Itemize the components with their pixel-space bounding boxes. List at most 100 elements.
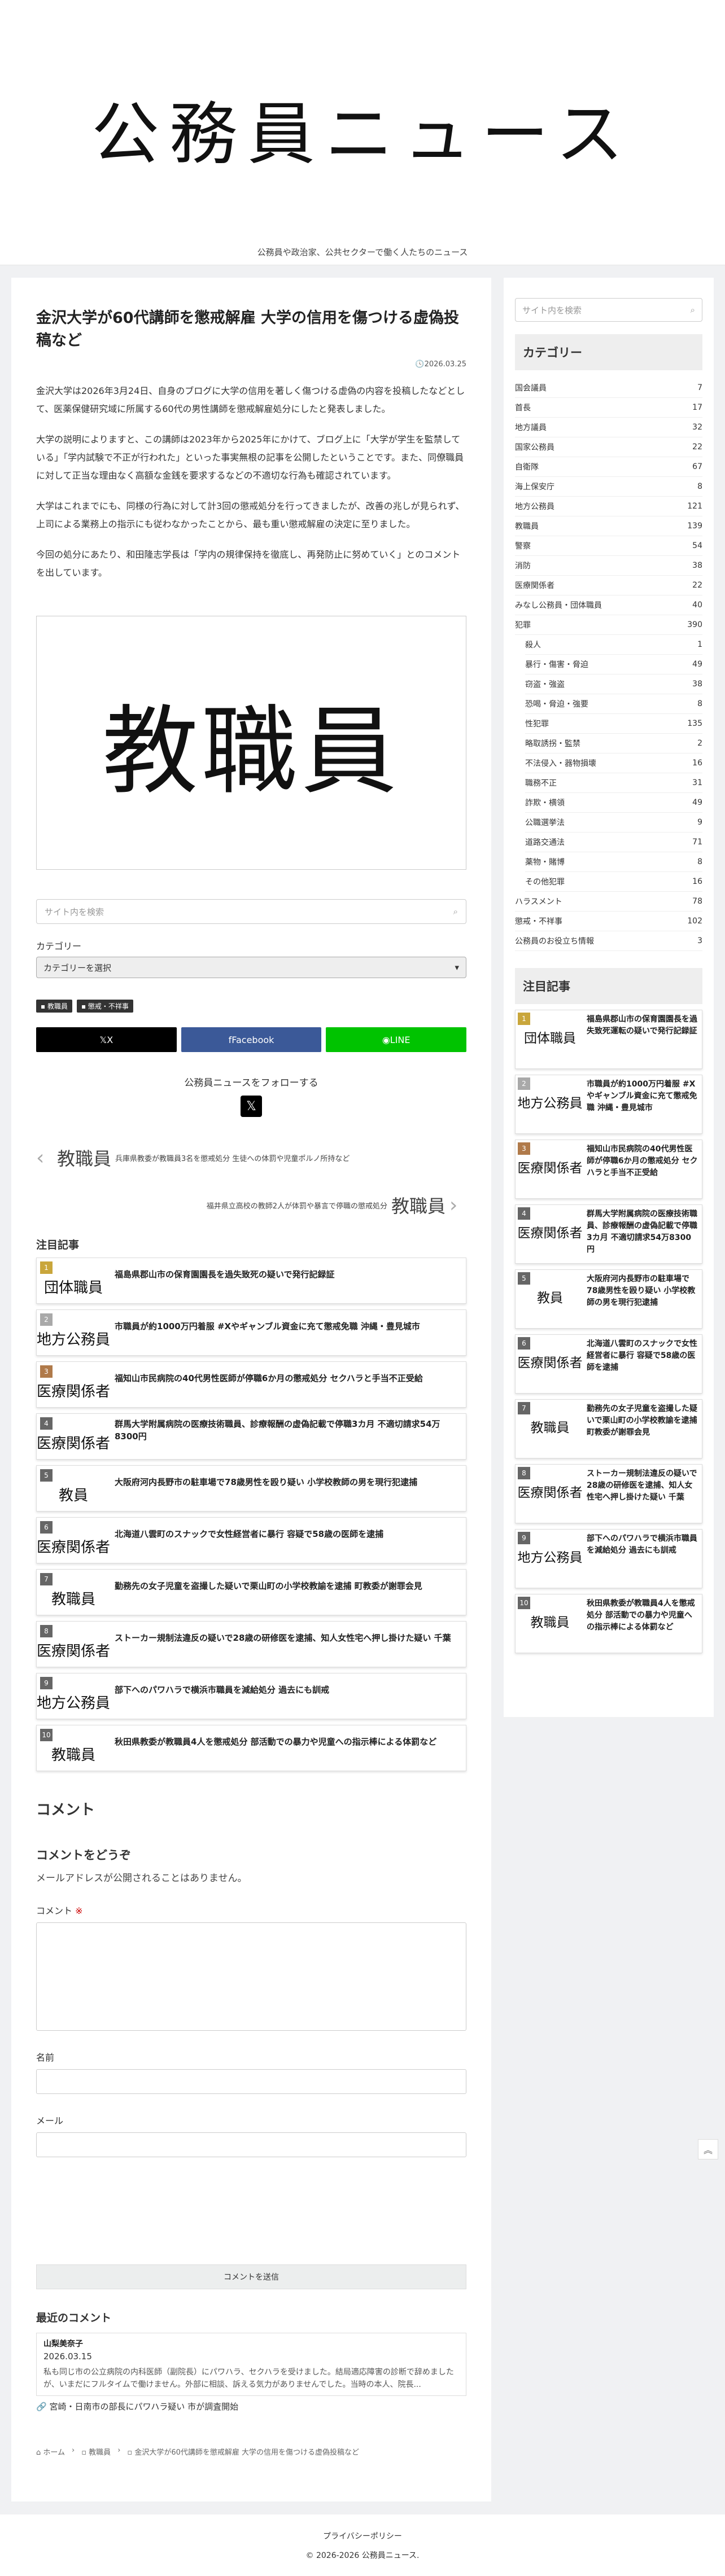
sidebar-popular-item[interactable]: 1 団体職員 福島県郡山市の保育園園長を過失致死運転の疑いで発行記録証 — [515, 1010, 702, 1069]
sidebar-search-input[interactable]: サイト内を検索 ⌕ — [515, 298, 702, 322]
sidebar-category-item[interactable]: 首長 17 — [515, 398, 702, 418]
category-count: 71 — [692, 838, 702, 847]
category-count: 78 — [692, 897, 702, 906]
sidebar-category-item[interactable]: 教職員 139 — [515, 516, 702, 536]
rank-badge: 6 — [40, 1521, 53, 1534]
sidebar-popular-item[interactable]: 3 医療関係者 福知山市民病院の40代男性医師が停職6か月の懲戒処分 セクハラと… — [515, 1140, 702, 1199]
sidebar-category-item[interactable]: 恐喝・脅迫・強要 8 — [525, 694, 702, 714]
popular-item[interactable]: 1 団体職員 福島県郡山市の保育園園長を過失致死の疑いで発行記録証 — [36, 1258, 466, 1304]
tag-list: ▪ 教職員 ▪ 懲戒・不祥事 — [36, 1000, 466, 1013]
sidebar-category-item[interactable]: 公職選挙法 9 — [525, 813, 702, 833]
sidebar-popular-item[interactable]: 9 地方公務員 部下へのパワハラで横浜市職員を減給処分 過去にも訓戒 — [515, 1529, 702, 1588]
rank-badge: 1 — [518, 1013, 530, 1025]
category-select[interactable]: カテゴリーを選択 ▾ — [36, 957, 466, 978]
privacy-policy-link[interactable]: プライバシーポリシー — [0, 2530, 725, 2542]
scroll-top-button[interactable]: ︽ — [698, 2139, 718, 2159]
sidebar-category-list: 国会議員 7 首長 17 地方議員 32 国家公務員 22 自衛隊 67 海上保安庁 8 地方公務員 12… — [515, 378, 702, 951]
clock-icon: 🕓 — [415, 360, 425, 369]
category-count: 135 — [687, 719, 702, 728]
article: 金沢大学が60代講師を懲戒解雇 大学の信用を傷つける虚偽投稿など 🕓2026.0… — [11, 278, 491, 2457]
sidebar-category-item[interactable]: みなし公務員・団体職員 40 — [515, 595, 702, 615]
next-post-link[interactable]: 福井県立高校の教師2人が体罰や暴言で停職の懲戒処分 教職員 › — [36, 1189, 466, 1221]
search-icon[interactable]: ⌕ — [691, 305, 695, 315]
share-x-button[interactable]: 𝕏 X — [36, 1027, 177, 1052]
recent-comment[interactable]: 山梨美奈子 2026.03.15 私も同じ市の公立病院の内科医師（副院長）にパワ… — [36, 2333, 466, 2396]
post-navigation: ‹ 教職員 兵庫県教委が教職員3名を懲戒処分 生徒への体罰や児童ポルノ所持など … — [36, 1142, 466, 1221]
sidebar-category-item[interactable]: 詐欺・横領 49 — [525, 793, 702, 813]
prev-post-link[interactable]: ‹ 教職員 兵庫県教委が教職員3名を懲戒処分 生徒への体罰や児童ポルノ所持など — [36, 1142, 466, 1173]
category-count: 8 — [697, 699, 702, 708]
popular-item[interactable]: 10 教職員 秋田県教委が教職員4人を懲戒処分 部活動での暴力や児童への指示棒に… — [36, 1725, 466, 1771]
site-logo[interactable]: 公務員ニュース — [0, 79, 725, 177]
popular-title: 部下へのパワハラで横浜市職員を減給処分 過去にも訓戒 — [587, 1534, 697, 1555]
sidebar-popular-item[interactable]: 2 地方公務員 市職員が約1000万円着服 #Xやギャンブル資金に充て懲戒免職 … — [515, 1075, 702, 1134]
article-paragraph: 大学の説明によりますと、この講師は2023年から2025年にかけて、ブログ上に「… — [36, 434, 464, 481]
sidebar-category-item[interactable]: 医療関係者 22 — [515, 576, 702, 595]
search-input[interactable]: サイト内を検索 ⌕ — [36, 899, 466, 924]
sidebar-category-item[interactable]: 性犯罪 135 — [525, 714, 702, 734]
popular-title: 秋田県教委が教職員4人を懲戒処分 部活動での暴力や児童への指示棒による体罰など — [587, 1599, 695, 1632]
sidebar-popular-item[interactable]: 6 医療関係者 北海道八雲町のスナックで女性経営者に暴行 容疑で58歳の医師を逮… — [515, 1334, 702, 1394]
sidebar-popular-item[interactable]: 5 教員 大阪府河内長野市の駐車場で78歳男性を殴り疑い 小学校教師の男を現行犯… — [515, 1269, 702, 1329]
recent-comment-article-link[interactable]: 🔗 宮崎・日南市の部長にパワハラ疑い 市が調査開始 — [36, 2400, 466, 2412]
sidebar-category-item[interactable]: 海上保安庁 8 — [515, 477, 702, 497]
sidebar-category-item[interactable]: 不法侵入・器物損壊 16 — [525, 753, 702, 773]
follow-text: 公務員ニュースをフォローする — [184, 1077, 318, 1089]
sidebar-category-item[interactable]: ハラスメント 78 — [515, 892, 702, 912]
sidebar-category-item[interactable]: 国会議員 7 — [515, 378, 702, 398]
chevron-up-icon: ︽ — [703, 2145, 713, 2156]
category-count: 38 — [692, 561, 702, 570]
sidebar-popular-item[interactable]: 7 教職員 勤務先の女子児童を盗撮した疑いで栗山町の小学校教諭を逮捕 町教委が謝… — [515, 1399, 702, 1458]
popular-item[interactable]: 8 医療関係者 ストーカー規制法違反の疑いで28歳の研修医を逮捕、知人女性宅へ押… — [36, 1621, 466, 1667]
breadcrumb-category[interactable]: ▫ 教職員 — [81, 2446, 111, 2457]
follow-x-button[interactable]: 𝕏 — [241, 1096, 262, 1117]
site-footer: プライバシーポリシー © 2026-2026 公務員ニュース. — [0, 2514, 725, 2576]
category-count: 8 — [697, 857, 702, 866]
sidebar-category-item[interactable]: 犯罪 390 — [515, 615, 702, 635]
sidebar-popular-item[interactable]: 4 医療関係者 群馬大学附属病院の医療技術職員、診療報酬の虚偽記載で停職3カ月 … — [515, 1204, 702, 1264]
sidebar-category-item[interactable]: 職務不正 31 — [525, 773, 702, 793]
sidebar-category-item[interactable]: 消防 38 — [515, 556, 702, 576]
sidebar-category-item[interactable]: 懲戒・不祥事 102 — [515, 912, 702, 931]
share-line-button[interactable]: ◉ LINE — [326, 1027, 467, 1052]
popular-item[interactable]: 3 医療関係者 福知山市民病院の40代男性医師が停職6か月の懲戒処分 セクハラと… — [36, 1361, 466, 1408]
name-input[interactable] — [36, 2069, 466, 2094]
sidebar-category-item[interactable]: 略取誘拐・監禁 2 — [525, 734, 702, 753]
popular-item[interactable]: 6 医療関係者 北海道八雲町のスナックで女性経営者に暴行 容疑で58歳の医師を逮… — [36, 1517, 466, 1563]
category-count: 139 — [687, 522, 702, 531]
search-icon[interactable]: ⌕ — [453, 906, 458, 917]
comment-textarea[interactable] — [36, 1922, 466, 2031]
tag-link[interactable]: ▪ 教職員 — [36, 1000, 72, 1013]
popular-item[interactable]: 7 教職員 勤務先の女子児童を盗撮した疑いで栗山町の小学校教諭を逮捕 町教委が謝… — [36, 1569, 466, 1615]
sidebar-category-item[interactable]: 国家公務員 22 — [515, 437, 702, 457]
next-post-title: 福井県立高校の教師2人が体罰や暴言で停職の懲戒処分 — [206, 1202, 387, 1211]
submit-comment-button[interactable]: コメントを送信 — [36, 2264, 466, 2289]
breadcrumb-home[interactable]: ⌂ ホーム — [36, 2446, 65, 2457]
sidebar-category-item[interactable]: その他犯罪 16 — [525, 872, 702, 892]
popular-item[interactable]: 5 教員 大阪府河内長野市の駐車場で78歳男性を殴り疑い 小学校教師の男を現行犯… — [36, 1465, 466, 1512]
rank-badge: 7 — [518, 1402, 530, 1414]
popular-title: 北海道八雲町のスナックで女性経営者に暴行 容疑で58歳の医師を逮捕 — [587, 1339, 697, 1372]
sidebar-category-item[interactable]: 警察 54 — [515, 536, 702, 556]
sidebar-popular-item[interactable]: 8 医療関係者 ストーカー規制法違反の疑いで28歳の研修医を逮捕、知人女性宅へ押… — [515, 1464, 702, 1523]
sidebar-category-item[interactable]: 公務員のお役立ち情報 3 — [515, 931, 702, 951]
sidebar-category-item[interactable]: 道路交通法 71 — [525, 833, 702, 852]
share-facebook-button[interactable]: f Facebook — [181, 1027, 322, 1052]
sidebar-category-item[interactable]: 殺人 1 — [525, 635, 702, 655]
sidebar-popular-item[interactable]: 10 教職員 秋田県教委が教職員4人を懲戒処分 部活動での暴力や児童への指示棒に… — [515, 1594, 702, 1653]
popular-title: ストーカー規制法違反の疑いで28歳の研修医を逮捕、知人女性宅へ押し掛けた疑い 千… — [587, 1469, 697, 1502]
rank-badge: 4 — [518, 1207, 530, 1220]
email-input[interactable] — [36, 2132, 466, 2157]
sidebar-category-item[interactable]: 窃盗・強盗 38 — [525, 674, 702, 694]
sidebar-category-item[interactable]: 地方公務員 121 — [515, 497, 702, 516]
tag-link[interactable]: ▪ 懲戒・不祥事 — [76, 1000, 133, 1013]
sidebar-category-item[interactable]: 暴行・傷害・脅迫 49 — [525, 655, 702, 674]
sidebar-category-item[interactable]: 自衛隊 67 — [515, 457, 702, 477]
popular-item[interactable]: 9 地方公務員 部下へのパワハラで横浜市職員を減給処分 過去にも訓戒 — [36, 1673, 466, 1719]
sidebar-category-item[interactable]: 地方議員 32 — [515, 418, 702, 437]
category-name: 警察 — [515, 542, 531, 551]
folder-icon: ▪ — [41, 1002, 47, 1010]
sidebar-category-item[interactable]: 薬物・賭博 8 — [525, 852, 702, 872]
popular-item[interactable]: 2 地方公務員 市職員が約1000万円着服 #Xやギャンブル資金に充て懲戒免職 … — [36, 1309, 466, 1356]
popular-item[interactable]: 4 医療関係者 群馬大学附属病院の医療技術職員、診療報酬の虚偽記載で停職3カ月 … — [36, 1413, 466, 1460]
